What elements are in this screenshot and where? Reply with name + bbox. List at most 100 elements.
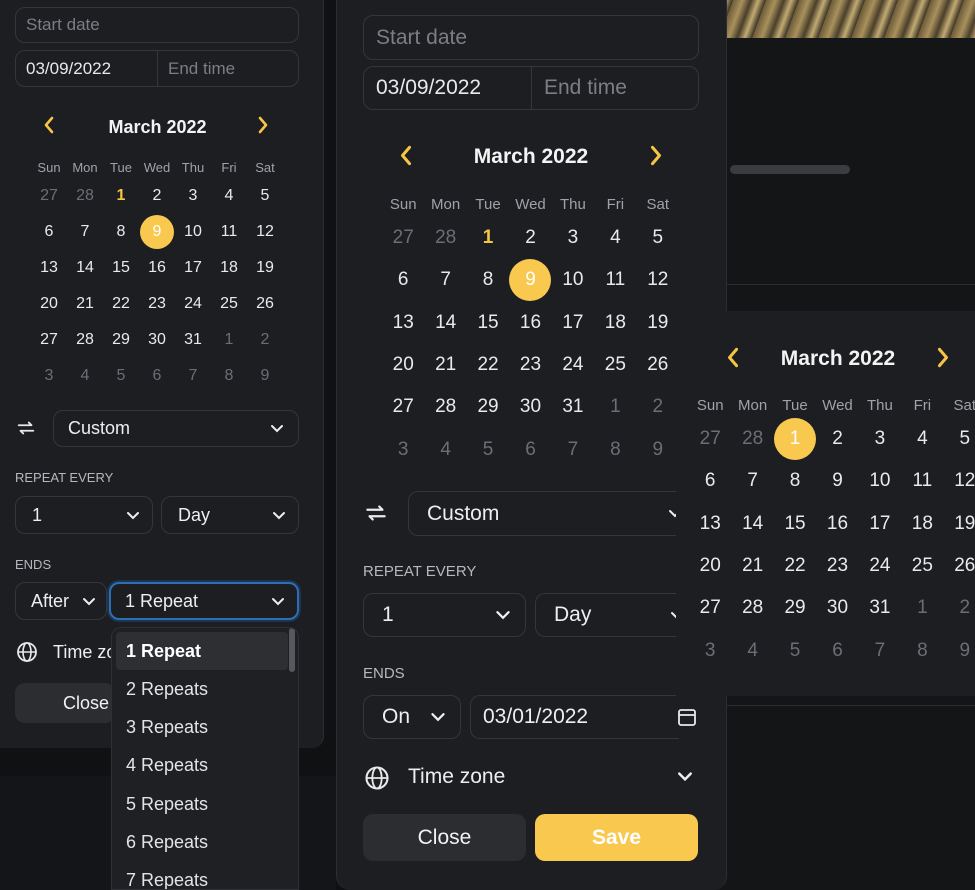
interval-select[interactable]: 1 — [15, 496, 153, 534]
calendar-day[interactable]: 3 — [175, 178, 211, 214]
chevron-down-icon[interactable] — [677, 771, 693, 782]
calendar-day[interactable]: 8 — [103, 214, 139, 250]
calendar-day[interactable]: 29 — [103, 322, 139, 358]
calendar-day[interactable]: 3 — [689, 629, 731, 671]
calendar-day[interactable]: 17 — [175, 250, 211, 286]
calendar-day[interactable]: 24 — [175, 286, 211, 322]
calendar-day[interactable]: 19 — [637, 302, 679, 344]
repeat-select[interactable]: Custom — [408, 491, 688, 536]
repeat-count-option[interactable]: 4 Repeats — [112, 747, 298, 785]
calendar-day[interactable]: 31 — [552, 386, 594, 428]
calendar-day[interactable]: 6 — [139, 358, 175, 394]
calendar-day[interactable]: 19 — [944, 503, 975, 545]
calendar-day[interactable]: 4 — [211, 178, 247, 214]
calendar-day[interactable]: 30 — [816, 587, 858, 629]
calendar-day[interactable]: 6 — [816, 629, 858, 671]
calendar-day[interactable]: 7 — [424, 259, 466, 301]
calendar-day[interactable]: 28 — [731, 587, 773, 629]
calendar-day[interactable]: 15 — [103, 250, 139, 286]
timezone-toggle[interactable]: Time zone — [408, 765, 505, 789]
calendar-day[interactable]: 8 — [594, 428, 636, 470]
calendar-day[interactable]: 2 — [816, 418, 858, 460]
calendar-day[interactable]: 15 — [774, 503, 816, 545]
calendar-day[interactable]: 17 — [552, 302, 594, 344]
calendar-day[interactable]: 27 — [382, 386, 424, 428]
calendar-day[interactable]: 25 — [211, 286, 247, 322]
repeat-count-option[interactable]: 2 Repeats — [112, 670, 298, 708]
calendar-day[interactable]: 9 — [816, 460, 858, 502]
calendar-day[interactable]: 26 — [944, 545, 975, 587]
prev-month-button[interactable] — [43, 116, 55, 134]
calendar-day[interactable]: 8 — [211, 358, 247, 394]
calendar-day[interactable]: 11 — [594, 259, 636, 301]
calendar-day-today[interactable]: 1 — [467, 217, 509, 259]
calendar-day[interactable]: 7 — [731, 460, 773, 502]
calendar-day[interactable]: 20 — [382, 344, 424, 386]
calendar-day[interactable]: 22 — [103, 286, 139, 322]
calendar-day[interactable]: 21 — [424, 344, 466, 386]
calendar-day[interactable]: 23 — [509, 344, 551, 386]
calendar-day[interactable]: 4 — [901, 418, 943, 460]
calendar-day[interactable]: 14 — [67, 250, 103, 286]
close-button[interactable]: Close — [15, 683, 115, 723]
calendar-day[interactable]: 4 — [424, 428, 466, 470]
calendar-day[interactable]: 8 — [774, 460, 816, 502]
ends-mode-select[interactable]: On — [363, 695, 461, 739]
calendar-day-selected[interactable]: 9 — [139, 214, 175, 250]
calendar-day[interactable]: 9 — [247, 358, 283, 394]
calendar-day[interactable]: 7 — [859, 629, 901, 671]
end-time-input[interactable]: End time — [157, 50, 299, 87]
calendar-day[interactable]: 8 — [901, 629, 943, 671]
calendar-day[interactable]: 2 — [247, 322, 283, 358]
calendar-day[interactable]: 1 — [211, 322, 247, 358]
calendar-day[interactable]: 6 — [382, 259, 424, 301]
calendar-day[interactable]: 18 — [211, 250, 247, 286]
calendar-day[interactable]: 29 — [467, 386, 509, 428]
calendar-day[interactable]: 29 — [774, 587, 816, 629]
calendar-day[interactable]: 10 — [175, 214, 211, 250]
calendar-day-selected[interactable]: 9 — [509, 259, 551, 301]
calendar-day[interactable]: 28 — [424, 217, 466, 259]
calendar-day[interactable]: 25 — [901, 545, 943, 587]
calendar-day[interactable]: 14 — [731, 503, 773, 545]
calendar-day[interactable]: 22 — [774, 545, 816, 587]
calendar-day-today[interactable]: 1 — [103, 178, 139, 214]
save-button[interactable]: Save — [535, 814, 698, 861]
calendar-day[interactable]: 23 — [139, 286, 175, 322]
calendar-day[interactable]: 12 — [637, 259, 679, 301]
calendar-day[interactable]: 18 — [594, 302, 636, 344]
calendar-day[interactable]: 9 — [637, 428, 679, 470]
calendar-day[interactable]: 1 — [594, 386, 636, 428]
calendar-day[interactable]: 4 — [731, 629, 773, 671]
calendar-day[interactable]: 28 — [731, 418, 773, 460]
calendar-day[interactable]: 5 — [944, 418, 975, 460]
calendar-day[interactable]: 28 — [67, 322, 103, 358]
calendar-day[interactable]: 27 — [31, 178, 67, 214]
calendar-day[interactable]: 24 — [552, 344, 594, 386]
calendar-day[interactable]: 28 — [424, 386, 466, 428]
calendar-day[interactable]: 10 — [552, 259, 594, 301]
calendar-day[interactable]: 31 — [175, 322, 211, 358]
calendar-day[interactable]: 27 — [689, 418, 731, 460]
calendar-day[interactable]: 27 — [382, 217, 424, 259]
calendar-day[interactable]: 16 — [509, 302, 551, 344]
calendar-day[interactable]: 11 — [211, 214, 247, 250]
calendar-day[interactable]: 24 — [859, 545, 901, 587]
calendar-day[interactable]: 27 — [31, 322, 67, 358]
calendar-day[interactable]: 2 — [509, 217, 551, 259]
calendar-day[interactable]: 7 — [67, 214, 103, 250]
calendar-day[interactable]: 12 — [247, 214, 283, 250]
calendar-day[interactable]: 5 — [467, 428, 509, 470]
calendar-day[interactable]: 5 — [247, 178, 283, 214]
calendar-day[interactable]: 2 — [944, 587, 975, 629]
repeat-count-option[interactable]: 3 Repeats — [112, 708, 298, 746]
calendar-day[interactable]: 5 — [103, 358, 139, 394]
calendar-day[interactable]: 14 — [424, 302, 466, 344]
calendar-day[interactable]: 13 — [382, 302, 424, 344]
calendar-day[interactable]: 6 — [689, 460, 731, 502]
next-month-button[interactable] — [936, 347, 950, 368]
calendar-day[interactable]: 13 — [31, 250, 67, 286]
repeat-count-option[interactable]: 7 Repeats — [112, 861, 298, 889]
calendar-day[interactable]: 4 — [594, 217, 636, 259]
calendar-day[interactable]: 18 — [901, 503, 943, 545]
